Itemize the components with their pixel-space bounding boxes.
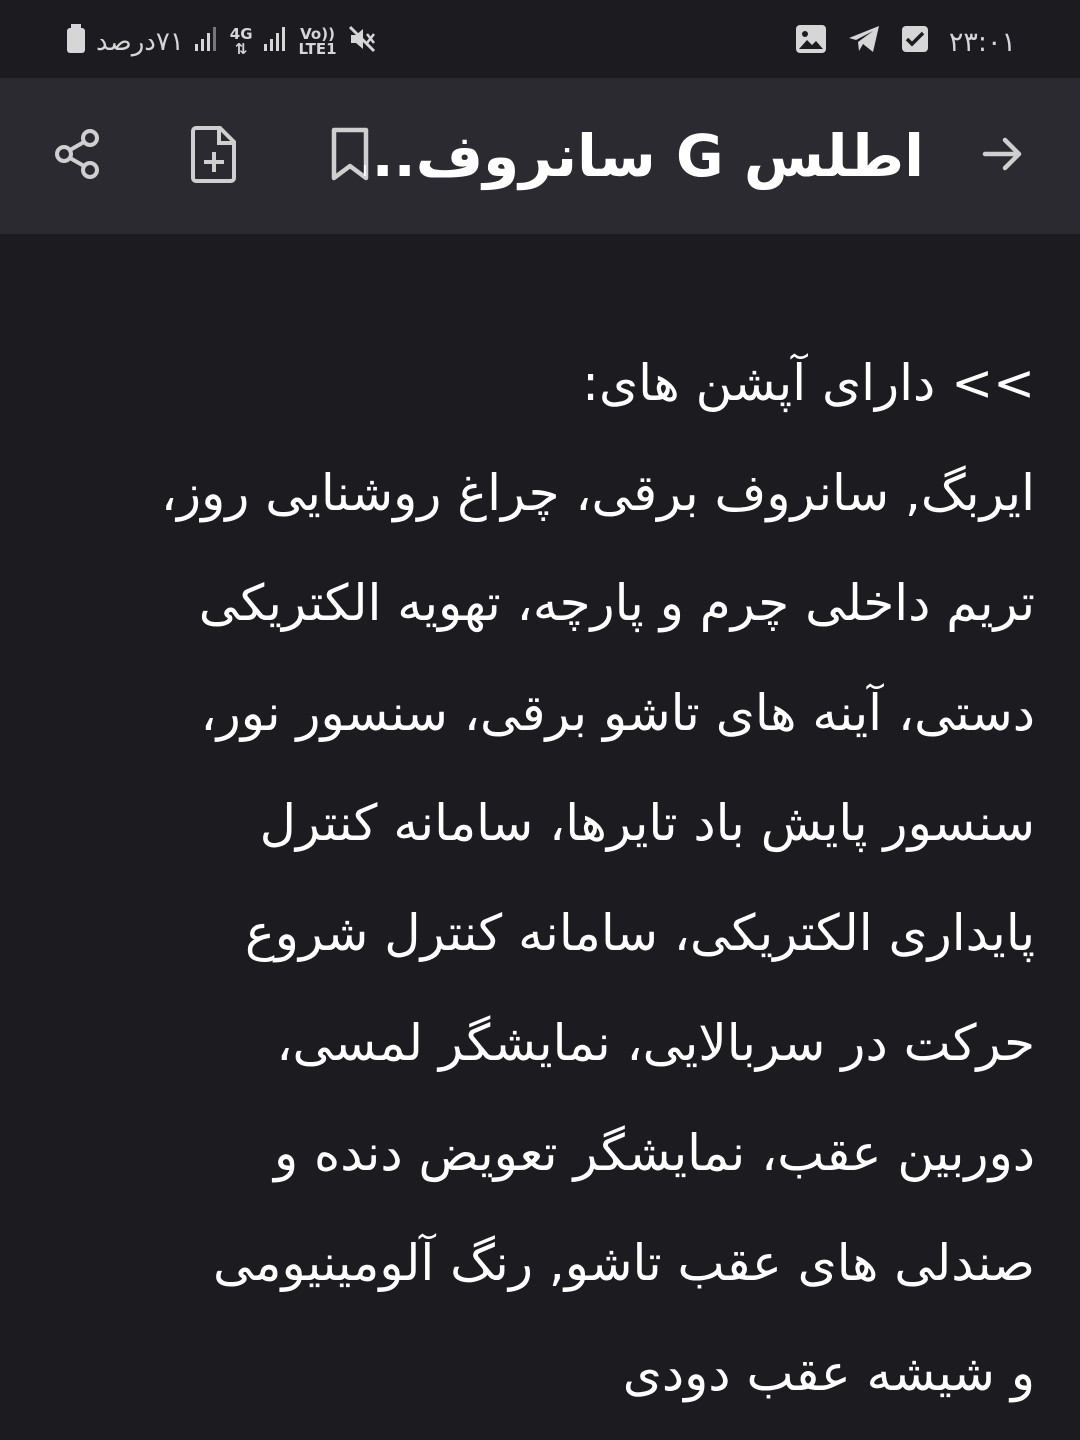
- content-line: پایداری الکتریکی، سامانه کنترل شروع: [244, 904, 1035, 962]
- data-arrows-icon: ⇅: [234, 40, 248, 58]
- post-content: >> دارای آپشن های: ایربگ, سانروف برقی، چ…: [60, 340, 1035, 1440]
- back-arrow-icon: [977, 129, 1027, 183]
- share-button[interactable]: [40, 118, 116, 194]
- status-bar-left: ۷۱درصد 4G ⇅ Vo)) LTE1: [66, 22, 377, 62]
- content-line: دوربین عقب، نمایشگر تعویض دنده و: [273, 1124, 1035, 1182]
- signal-icon: [263, 26, 289, 59]
- gallery-icon: [795, 24, 827, 61]
- share-icon: [50, 126, 106, 186]
- volte-indicator: Vo)) LTE1: [298, 25, 337, 58]
- battery-percent: ۷۱درصد: [96, 27, 184, 57]
- content-line: >> دارای آپشن های:: [582, 354, 1035, 412]
- network-type: 4G ⇅: [229, 25, 253, 58]
- status-bar-right: ۲۳:۰۱: [795, 22, 1016, 62]
- content-line: سنسور پایش باد تایرها، سامانه کنترل: [259, 794, 1035, 852]
- telegram-icon: [847, 24, 881, 61]
- back-button[interactable]: [964, 118, 1040, 194]
- status-bar: ۷۱درصد 4G ⇅ Vo)) LTE1 ۲۳:۰۱: [0, 0, 1080, 78]
- mute-icon: [347, 24, 377, 61]
- page-title: اطلس G سانروف...: [364, 122, 924, 190]
- app-bar: اطلس G سانروف...: [0, 78, 1080, 234]
- content-line: صندلی های عقب تاشو, رنگ آلومینیومی: [213, 1234, 1035, 1292]
- clock: ۲۳:۰۱: [948, 26, 1016, 58]
- content-line: ایربگ, سانروف برقی، چراغ روشنایی روز،: [160, 464, 1035, 522]
- battery-icon: [66, 23, 86, 61]
- add-note-icon: [186, 124, 242, 188]
- content-line: تریم داخلی چرم و پارچه، تهویه الکتریکی: [198, 574, 1035, 632]
- check-icon: [901, 25, 929, 60]
- content-line: و شیشه عقب دودی: [622, 1344, 1035, 1402]
- content-line: حرکت در سربالایی، نمایشگر لمسی،: [276, 1014, 1035, 1072]
- signal-icon: [194, 26, 220, 59]
- add-note-button[interactable]: [176, 118, 252, 194]
- content-line: دستی، آینه های تاشو برقی، سنسور نور،: [200, 684, 1035, 742]
